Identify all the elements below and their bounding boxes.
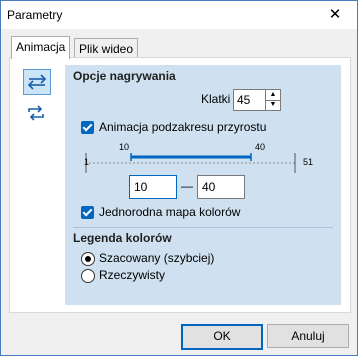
ok-label: OK [213,329,231,343]
tab-label: Animacja [16,40,66,54]
radio-estimated[interactable] [81,252,95,266]
range-slider[interactable] [85,151,305,175]
range-to-value: 40 [202,180,216,194]
transfer-arrows-icon[interactable] [23,69,51,95]
cancel-button[interactable]: Anuluj [267,324,349,348]
frames-label: Klatki [201,92,231,106]
range-max-label: 51 [303,157,314,167]
sidebar [19,69,51,129]
range-to-input[interactable]: 40 [197,175,245,199]
repeat-icon[interactable] [23,101,49,125]
frames-value: 45 [237,93,251,107]
uniform-colormap-label: Jednorodna mapa kolorów [99,205,241,219]
window-title: Parametry [7,8,63,22]
spin-down-icon[interactable]: ▼ [266,100,280,110]
radio-estimated-label: Szacowany (szybciej) [99,251,215,265]
frames-spinner[interactable]: 45 ▲ ▼ [233,89,281,111]
spinner-arrows: ▲ ▼ [265,90,280,110]
recording-options-heading: Opcje nagrywania [73,69,176,83]
uniform-colormap-checkbox[interactable] [81,206,94,219]
range-dash: — [181,179,193,193]
close-button[interactable]: ✕ [313,1,357,29]
subrange-label: Animacja podzakresu przyrostu [99,120,267,134]
radio-actual-label: Rzeczywisty [99,268,166,282]
settings-content: Opcje nagrywania Klatki 45 ▲ ▼ Animacja … [65,65,341,305]
ok-button[interactable]: OK [181,324,263,350]
tab-label: Plik wideo [79,42,134,56]
range-min-label: 1 [84,157,90,167]
range-from-input[interactable]: 10 [129,175,177,199]
tab-animacja[interactable]: Animacja [11,36,71,59]
title-bar: Parametry ✕ [1,1,357,29]
dialog-window: Parametry ✕ Animacja Plik wideo Opcje na… [0,0,358,356]
section-divider [73,227,333,228]
range-from-value: 10 [134,180,148,194]
cancel-label: Anuluj [291,329,325,343]
color-legend-heading: Legenda kolorów [73,231,172,245]
radio-actual[interactable] [81,269,95,283]
subrange-checkbox[interactable] [81,121,94,134]
